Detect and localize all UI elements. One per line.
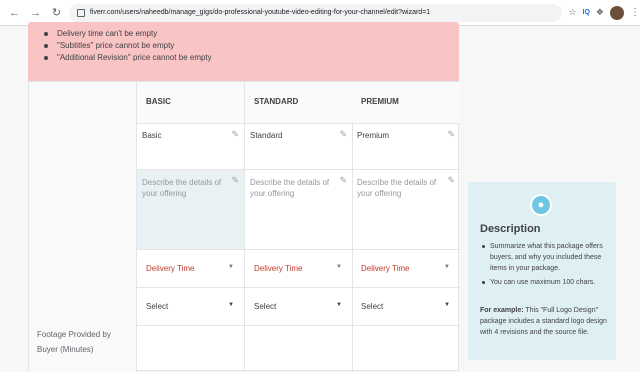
avatar[interactable] bbox=[609, 5, 624, 20]
caret-down-icon: ▼ bbox=[444, 264, 450, 270]
reload-icon[interactable]: ↻ bbox=[50, 6, 63, 20]
back-icon[interactable]: ← bbox=[8, 6, 21, 20]
pencil-icon[interactable]: ✎ bbox=[339, 129, 347, 140]
url-text[interactable]: fiverr.com/users/naheedb/manage_gigs/do-… bbox=[90, 9, 430, 16]
package-description-field[interactable]: Describe the details of your offering ✎ bbox=[245, 170, 352, 250]
package-header: STANDARD bbox=[245, 82, 352, 124]
select-label: Select bbox=[146, 302, 169, 311]
description-placeholder: Describe the details of your offering bbox=[357, 178, 437, 198]
description-example: For example: This "Full Logo Design" pac… bbox=[480, 305, 612, 338]
package-name-value: Basic bbox=[142, 131, 162, 140]
menu-dots-icon[interactable]: ⋮ bbox=[630, 7, 640, 18]
package-table: Footage Provided by Buyer (Minutes) BASI… bbox=[28, 81, 460, 372]
package-name-field[interactable]: Standard ✎ bbox=[245, 124, 352, 170]
package-description-field[interactable]: Describe the details of your offering ✎ bbox=[137, 170, 244, 250]
select-label: Select bbox=[361, 302, 384, 311]
delivery-time-label: Delivery Time bbox=[254, 264, 303, 273]
description-tip-list: Summarize what this package offers buyer… bbox=[480, 241, 612, 291]
error-item: "Additional Revision" price cannot be em… bbox=[44, 52, 212, 64]
address-bar[interactable]: fiverr.com/users/naheedb/manage_gigs/do-… bbox=[68, 3, 563, 22]
description-placeholder: Describe the details of your offering bbox=[250, 178, 330, 198]
caret-down-icon: ▼ bbox=[228, 264, 234, 270]
package-name-field[interactable]: Basic ✎ bbox=[137, 124, 244, 170]
caret-down-icon: ▼ bbox=[444, 302, 450, 308]
delivery-time-select[interactable]: Delivery Time ▼ bbox=[137, 250, 244, 288]
delivery-time-select[interactable]: Delivery Time ▼ bbox=[245, 250, 352, 288]
package-name-field[interactable]: Premium ✎ bbox=[352, 124, 460, 170]
extension-iq-icon[interactable]: IQ bbox=[583, 9, 590, 16]
delivery-time-label: Delivery Time bbox=[361, 264, 410, 273]
puzzle-icon[interactable]: ❖ bbox=[596, 7, 604, 18]
footage-row-label: Footage Provided by Buyer (Minutes) bbox=[37, 330, 111, 354]
lightbulb-icon: ● bbox=[530, 194, 552, 216]
lock-icon bbox=[76, 8, 85, 17]
delivery-time-select[interactable]: Delivery Time ▼ bbox=[352, 250, 460, 288]
delivery-time-label: Delivery Time bbox=[146, 264, 195, 273]
tip-item: You can use maximum 100 chars. bbox=[480, 277, 612, 288]
example-label: For example: bbox=[480, 307, 524, 314]
caret-down-icon: ▼ bbox=[228, 302, 234, 308]
description-tip-title: Description bbox=[480, 223, 541, 235]
package-name-value: Premium bbox=[357, 131, 390, 140]
package-header: BASIC bbox=[137, 82, 244, 124]
package-column-standard: STANDARD Standard ✎ Describe the details… bbox=[245, 82, 353, 372]
pencil-icon[interactable]: ✎ bbox=[447, 129, 455, 140]
description-placeholder: Describe the details of your offering bbox=[142, 178, 222, 198]
pencil-icon[interactable]: ✎ bbox=[231, 175, 239, 186]
caret-down-icon: ▼ bbox=[336, 302, 342, 308]
package-column-premium: PREMIUM Premium ✎ Describe the details o… bbox=[352, 82, 460, 372]
package-column-basic: BASIC Basic ✎ Describe the details of yo… bbox=[137, 82, 245, 372]
error-item: Delivery time can't be empty bbox=[44, 28, 212, 40]
footage-select[interactable]: Select ▼ bbox=[137, 288, 244, 326]
select-label: Select bbox=[254, 302, 277, 311]
package-header: PREMIUM bbox=[352, 82, 460, 124]
error-list: Delivery time can't be empty "Subtitles"… bbox=[44, 28, 212, 64]
tip-item: Summarize what this package offers buyer… bbox=[480, 241, 612, 274]
forward-icon[interactable]: → bbox=[29, 6, 42, 20]
row-label-column: Footage Provided by Buyer (Minutes) bbox=[29, 82, 137, 372]
footage-select[interactable]: Select ▼ bbox=[245, 288, 352, 326]
star-icon[interactable]: ☆ bbox=[568, 7, 576, 18]
error-item: "Subtitles" price cannot be empty bbox=[44, 40, 212, 52]
footage-select[interactable]: Select ▼ bbox=[352, 288, 460, 326]
package-name-value: Standard bbox=[250, 131, 283, 140]
pencil-icon[interactable]: ✎ bbox=[339, 175, 347, 186]
caret-down-icon: ▼ bbox=[336, 264, 342, 270]
package-description-field[interactable]: Describe the details of your offering ✎ bbox=[352, 170, 460, 250]
pencil-icon[interactable]: ✎ bbox=[447, 175, 455, 186]
pencil-icon[interactable]: ✎ bbox=[231, 129, 239, 140]
